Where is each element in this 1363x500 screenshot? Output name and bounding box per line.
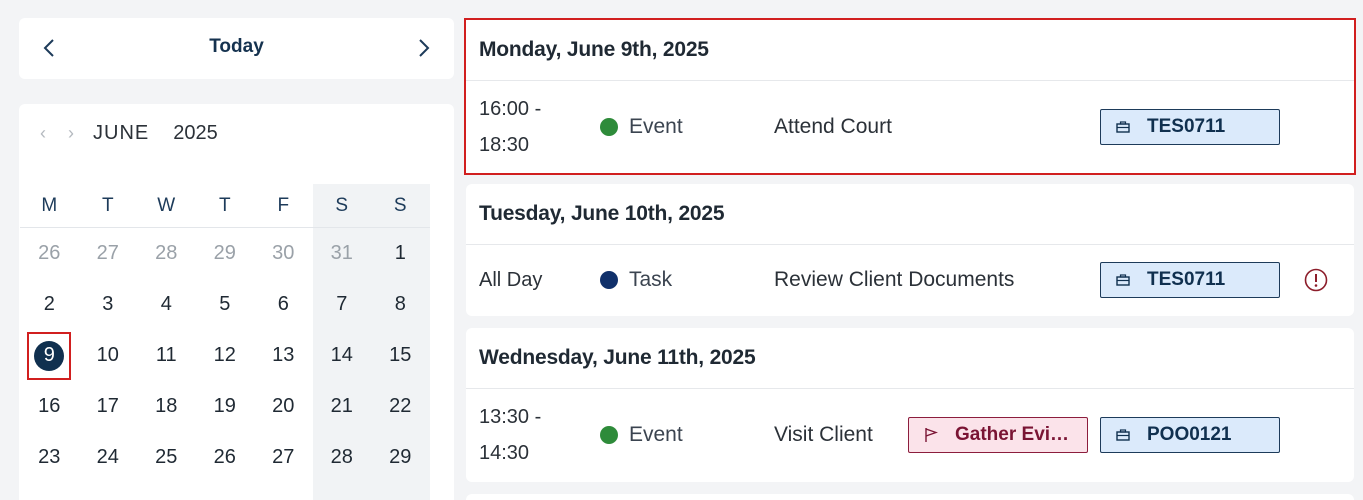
weekday-header: M (20, 184, 79, 228)
calendar-day[interactable]: 1 (371, 228, 430, 279)
calendar-day[interactable]: 10 (79, 330, 138, 381)
briefcase-icon (1113, 121, 1133, 133)
agenda-item[interactable]: 16:00 - 18:30 Event Attend Court TES0711 (466, 81, 1354, 173)
calendar-day-selected[interactable]: 9 (20, 330, 79, 381)
calendar-day[interactable]: 25 (137, 432, 196, 483)
calendar-day[interactable]: 21 (313, 381, 372, 432)
task-tag-label: Gather Evi… (955, 424, 1070, 445)
case-tag-label: TES0711 (1147, 116, 1226, 137)
item-title[interactable]: Review Client Documents (774, 268, 1014, 292)
calendar-day[interactable]: 29 (196, 228, 255, 279)
item-time: 13:30 - 14:30 (479, 399, 579, 471)
calendar-grid: M T W T F S S 26 27 28 29 30 31 1 2 3 4 5 6 7 8 9 10 11 12 13 14 15… (19, 184, 430, 483)
today-button[interactable]: Today (19, 36, 454, 58)
calendar-day[interactable]: 24 (79, 432, 138, 483)
mini-calendar: ‹ › JUNE 2025 M T W T F S S 26 27 28 29 30 31 1 2 3 4 5 6 7… (19, 104, 454, 500)
event-dot-icon (600, 118, 618, 136)
type-label: Event (629, 115, 683, 138)
calendar-day[interactable]: 26 (196, 432, 255, 483)
calendar-day[interactable]: 22 (371, 381, 430, 432)
calendar-month[interactable]: JUNE (93, 122, 149, 145)
day-header: Tuesday, June 10th, 2025 (466, 184, 1354, 245)
time-start: 13:30 - (479, 406, 542, 428)
type-label: Task (629, 268, 673, 291)
chevron-right-icon[interactable] (410, 34, 438, 62)
calendar-day[interactable]: 28 (137, 228, 196, 279)
calendar-day[interactable]: 27 (79, 228, 138, 279)
case-tag[interactable]: TES0711 (1100, 109, 1280, 145)
day-header: Monday, June 9th, 2025 (466, 20, 1354, 81)
calendar-year[interactable]: 2025 (173, 122, 218, 145)
item-title[interactable]: Attend Court (774, 115, 892, 139)
case-tag[interactable]: POO0121 (1100, 417, 1280, 453)
time-end: 14:30 (479, 442, 530, 464)
day-header: Wednesday, June 11th, 2025 (466, 328, 1354, 389)
item-type: Task (600, 268, 672, 292)
day-card-tuesday: Tuesday, June 10th, 2025 All Day Task Re… (466, 184, 1354, 316)
case-tag[interactable]: TES0711 (1100, 262, 1280, 298)
time-start: All Day (479, 269, 543, 291)
calendar-day[interactable]: 15 (371, 330, 430, 381)
calendar-day[interactable]: 13 (254, 330, 313, 381)
next-month-icon[interactable]: › (57, 123, 85, 144)
date-navigator: Today (19, 18, 454, 79)
calendar-day[interactable]: 27 (254, 432, 313, 483)
day-card-wednesday: Wednesday, June 11th, 2025 13:30 - 14:30… (466, 328, 1354, 482)
calendar-day[interactable]: 29 (371, 432, 430, 483)
calendar-day[interactable]: 20 (254, 381, 313, 432)
calendar-day[interactable]: 7 (313, 279, 372, 330)
weekday-header: S (371, 184, 430, 228)
weekday-header: S (312, 184, 371, 228)
time-start: 16:00 - (479, 98, 542, 120)
item-title[interactable]: Visit Client (774, 423, 873, 447)
briefcase-icon (1113, 274, 1133, 286)
day-card-next (466, 494, 1354, 500)
calendar-day[interactable]: 6 (254, 279, 313, 330)
flag-icon (921, 427, 941, 443)
item-time: All Day (479, 262, 579, 298)
briefcase-icon (1113, 429, 1133, 441)
calendar-day[interactable]: 19 (196, 381, 255, 432)
item-time: 16:00 - 18:30 (479, 91, 579, 163)
day-card-monday: Monday, June 9th, 2025 16:00 - 18:30 Eve… (464, 18, 1356, 175)
case-tag-label: POO0121 (1147, 424, 1232, 445)
calendar-day[interactable]: 26 (20, 228, 79, 279)
calendar-day[interactable]: 18 (137, 381, 196, 432)
calendar-day[interactable]: 2 (20, 279, 79, 330)
calendar-day[interactable]: 14 (313, 330, 372, 381)
item-type: Event (600, 115, 683, 139)
calendar-day[interactable]: 5 (196, 279, 255, 330)
calendar-day[interactable]: 3 (79, 279, 138, 330)
calendar-header: ‹ › JUNE 2025 (29, 122, 218, 145)
alert-circle-icon[interactable] (1304, 268, 1328, 292)
calendar-day[interactable]: 12 (196, 330, 255, 381)
previous-month-icon[interactable]: ‹ (29, 123, 57, 144)
weekday-header: W (137, 184, 196, 228)
calendar-day[interactable]: 31 (313, 228, 372, 279)
calendar-day[interactable]: 30 (254, 228, 313, 279)
event-dot-icon (600, 426, 618, 444)
calendar-day[interactable]: 23 (20, 432, 79, 483)
calendar-day[interactable]: 4 (137, 279, 196, 330)
calendar-day[interactable]: 16 (20, 381, 79, 432)
weekday-header: F (254, 184, 313, 228)
weekday-header: T (78, 184, 137, 228)
calendar-day[interactable]: 28 (313, 432, 372, 483)
time-end: 18:30 (479, 134, 530, 156)
task-dot-icon (600, 271, 618, 289)
selected-day-label: 9 (34, 340, 65, 371)
task-tag[interactable]: Gather Evi… (908, 417, 1088, 453)
calendar-day[interactable]: 8 (371, 279, 430, 330)
item-type: Event (600, 423, 683, 447)
agenda-item[interactable]: All Day Task Review Client Documents TES… (466, 245, 1354, 315)
case-tag-label: TES0711 (1147, 269, 1226, 290)
agenda-item[interactable]: 13:30 - 14:30 Event Visit Client Gather … (466, 389, 1354, 481)
calendar-day[interactable]: 17 (79, 381, 138, 432)
calendar-day[interactable]: 11 (137, 330, 196, 381)
weekday-header: T (195, 184, 254, 228)
type-label: Event (629, 423, 683, 446)
